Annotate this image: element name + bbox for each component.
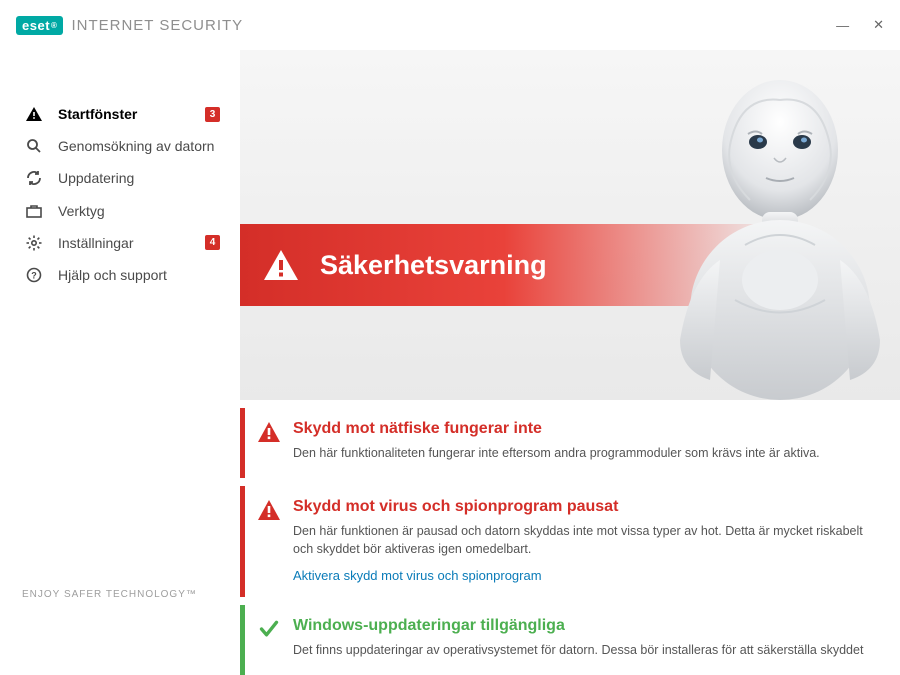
check-icon <box>258 619 280 639</box>
robot-illustration <box>650 60 900 400</box>
sidebar-item-label: Inställningar <box>58 234 205 252</box>
sidebar-item-scan[interactable]: Genomsökning av datorn <box>0 130 240 162</box>
alert-action-link[interactable]: Aktivera skydd mot virus och spionprogra… <box>293 568 542 583</box>
sidebar-item-label: Hjälp och support <box>58 266 220 284</box>
warning-triangle-icon <box>264 250 298 280</box>
gear-icon <box>24 235 44 251</box>
sidebar-item-home[interactable]: Startfönster 3 <box>0 98 240 130</box>
sidebar-item-label: Verktyg <box>58 202 220 220</box>
alert-title: Skydd mot virus och spionprogram pausat <box>293 498 880 516</box>
sidebar-item-settings[interactable]: Inställningar 4 <box>0 227 240 259</box>
close-button[interactable]: ✕ <box>873 17 884 33</box>
alert-text: Den här funktionen är pausad och datorn … <box>293 522 880 558</box>
refresh-icon <box>24 170 44 186</box>
sidebar-footer: ENJOY SAFER TECHNOLOGY™ <box>0 589 240 620</box>
sidebar-item-label: Startfönster <box>58 105 205 123</box>
logo-badge: eset® <box>16 16 63 35</box>
alert-text: Det finns uppdateringar av operativsyste… <box>293 641 880 659</box>
alert-icon-col <box>245 486 293 597</box>
sidebar-item-help[interactable]: ? Hjälp och support <box>0 259 240 291</box>
window-controls: — ✕ <box>836 17 884 33</box>
svg-text:?: ? <box>31 271 37 281</box>
question-icon: ? <box>24 267 44 283</box>
magnifier-icon <box>24 138 44 154</box>
banner-title: Säkerhetsvarning <box>320 250 547 281</box>
app-logo: eset® INTERNET SECURITY <box>16 16 243 35</box>
sidebar-badge: 4 <box>205 235 220 250</box>
alert-phishing: Skydd mot nätfiske fungerar inte Den här… <box>240 408 900 478</box>
alert-windows-update: Windows-uppdateringar tillgängliga Det f… <box>240 605 900 675</box>
alert-title: Skydd mot nätfiske fungerar inte <box>293 420 880 438</box>
alert-text: Den här funktionaliteten fungerar inte e… <box>293 444 880 462</box>
warning-triangle-icon <box>258 422 280 442</box>
alert-icon-col <box>245 605 293 675</box>
sidebar: Startfönster 3 Genomsökning av datorn Up… <box>0 50 240 620</box>
nav-list: Startfönster 3 Genomsökning av datorn Up… <box>0 98 240 291</box>
warning-triangle-icon <box>258 500 280 520</box>
main-content: Säkerhetsvarning <box>240 50 900 620</box>
sidebar-item-tools[interactable]: Verktyg <box>0 195 240 227</box>
briefcase-icon <box>24 204 44 218</box>
alert-virus-paused: Skydd mot virus och spionprogram pausat … <box>240 486 900 597</box>
sidebar-item-label: Genomsökning av datorn <box>58 137 220 155</box>
titlebar: eset® INTERNET SECURITY — ✕ <box>0 0 900 50</box>
sidebar-item-label: Uppdatering <box>58 169 220 187</box>
sidebar-badge: 3 <box>205 107 220 122</box>
alerts-list: Skydd mot nätfiske fungerar inte Den här… <box>240 408 900 675</box>
minimize-button[interactable]: — <box>836 18 849 33</box>
sidebar-item-update[interactable]: Uppdatering <box>0 162 240 194</box>
hero-area: Säkerhetsvarning <box>240 50 900 400</box>
warning-triangle-icon <box>24 107 44 121</box>
logo-text: INTERNET SECURITY <box>71 17 243 34</box>
alert-icon-col <box>245 408 293 478</box>
